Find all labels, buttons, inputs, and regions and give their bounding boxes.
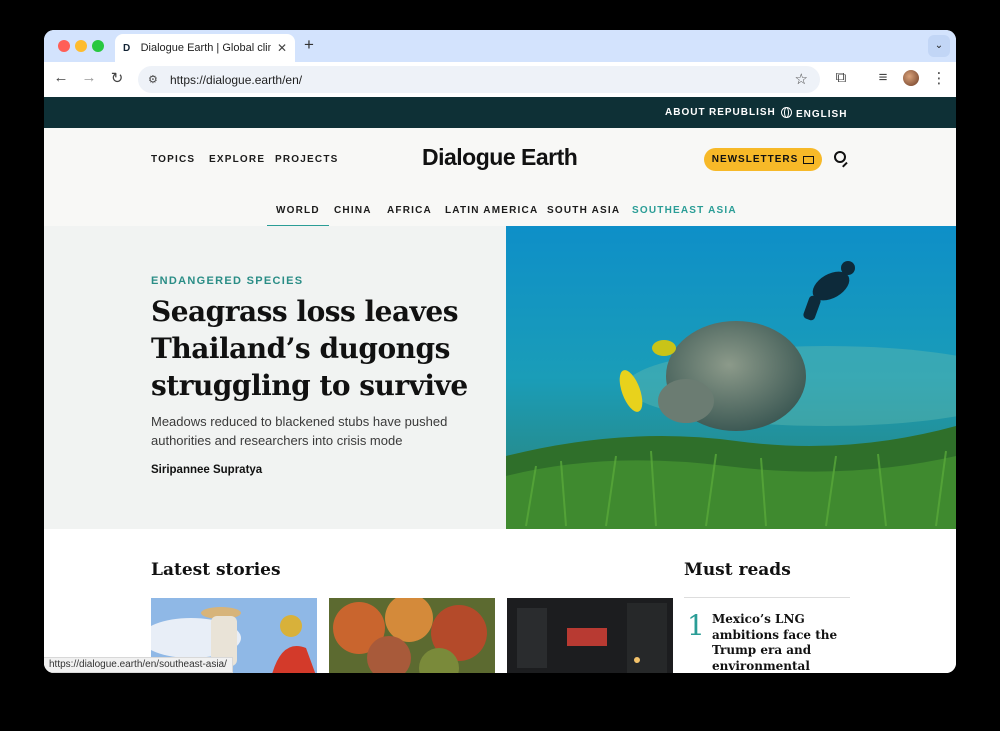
region-tab-south-asia[interactable]: SOUTH ASIA bbox=[547, 205, 620, 216]
hero-story[interactable]: ENDANGERED SPECIES Seagrass loss leaves … bbox=[44, 226, 506, 529]
region-tab-latin-america[interactable]: LATIN AMERICA bbox=[445, 205, 538, 216]
search-icon[interactable] bbox=[834, 151, 846, 163]
must-reads-divider bbox=[684, 597, 850, 598]
browser-menu-icon[interactable]: ⋮ bbox=[929, 69, 949, 87]
utility-bar: ABOUT REPUBLISH ENGLISH bbox=[44, 97, 956, 128]
hero-headline[interactable]: Seagrass loss leaves Thailand’s dugongs … bbox=[151, 293, 481, 404]
status-bar-url: https://dialogue.earth/en/southeast-asia… bbox=[44, 657, 233, 673]
newsletters-label: NEWSLETTERS bbox=[711, 154, 799, 165]
site-favicon-icon: D bbox=[123, 42, 131, 54]
region-tab-world[interactable]: WORLD bbox=[267, 205, 329, 228]
latest-stories-heading: Latest stories bbox=[151, 560, 281, 580]
extensions-icon[interactable]: ⧉ bbox=[831, 69, 851, 86]
about-link[interactable]: ABOUT bbox=[665, 107, 706, 118]
must-read-title[interactable]: Mexico’s LNG ambitions face the Trump er… bbox=[712, 612, 850, 673]
mail-icon bbox=[803, 155, 815, 164]
minimize-window-button[interactable] bbox=[75, 40, 87, 52]
close-tab-icon[interactable]: ✕ bbox=[277, 41, 287, 55]
masthead: TOPICS EXPLORE PROJECTS Dialogue Earth N… bbox=[44, 128, 956, 228]
tab-search-button[interactable]: ⌄ bbox=[928, 35, 950, 57]
address-bar[interactable]: ⚙ https://dialogue.earth/en/ ☆ bbox=[138, 66, 820, 93]
maximize-window-button[interactable] bbox=[92, 40, 104, 52]
back-icon[interactable]: ← bbox=[51, 69, 71, 86]
region-tab-china[interactable]: CHINA bbox=[334, 205, 372, 216]
story-thumbnail-2[interactable] bbox=[329, 598, 495, 673]
browser-tab[interactable]: D Dialogue Earth | Global climat ✕ bbox=[115, 34, 295, 62]
region-tab-africa[interactable]: AFRICA bbox=[387, 205, 432, 216]
story-category[interactable]: ENDANGERED SPECIES bbox=[151, 275, 303, 287]
hero-summary: Meadows reduced to blackened stubs have … bbox=[151, 414, 448, 448]
nav-explore[interactable]: EXPLORE bbox=[209, 154, 265, 165]
tab-title: Dialogue Earth | Global climat bbox=[140, 42, 271, 54]
newsletters-button[interactable]: NEWSLETTERS bbox=[704, 148, 822, 171]
must-reads-heading: Must reads bbox=[684, 560, 791, 580]
browser-window: D Dialogue Earth | Global climat ✕ + ⌄ ←… bbox=[44, 30, 956, 673]
close-window-button[interactable] bbox=[58, 40, 70, 52]
autumn-foliage-photo bbox=[329, 598, 495, 673]
must-read-rank: 1 bbox=[687, 609, 705, 642]
language-selector[interactable]: ENGLISH bbox=[781, 107, 847, 120]
hero-byline[interactable]: Siripannee Supratya bbox=[151, 464, 262, 476]
url-text[interactable]: https://dialogue.earth/en/ bbox=[170, 73, 302, 87]
media-controls-icon[interactable]: ≡ bbox=[873, 69, 893, 86]
reload-icon[interactable]: ↻ bbox=[107, 69, 127, 87]
tab-strip: D Dialogue Earth | Global climat ✕ + ⌄ bbox=[44, 30, 956, 62]
site-info-icon[interactable]: ⚙ bbox=[148, 73, 162, 86]
web-page: ABOUT REPUBLISH ENGLISH TOPICS EXPLORE P… bbox=[44, 97, 956, 673]
bookmark-star-icon[interactable]: ☆ bbox=[795, 70, 808, 88]
underwater-scene-image bbox=[506, 226, 956, 529]
globe-icon bbox=[781, 107, 792, 118]
browser-toolbar: ← → ↻ ⚙ https://dialogue.earth/en/ ☆ ⧉ ≡… bbox=[44, 62, 956, 97]
dark-interior-photo bbox=[507, 598, 673, 673]
new-tab-button[interactable]: + bbox=[304, 35, 314, 55]
forward-icon[interactable]: → bbox=[79, 69, 99, 86]
story-thumbnail-3[interactable] bbox=[507, 598, 673, 673]
language-label: ENGLISH bbox=[796, 109, 848, 120]
nav-topics[interactable]: TOPICS bbox=[151, 154, 195, 165]
hero-image-dugong[interactable] bbox=[506, 226, 956, 529]
nav-projects[interactable]: PROJECTS bbox=[275, 154, 339, 165]
profile-avatar[interactable] bbox=[903, 70, 919, 86]
site-logo[interactable]: Dialogue Earth bbox=[422, 144, 578, 171]
republish-link[interactable]: REPUBLISH bbox=[709, 107, 776, 118]
region-tab-southeast-asia[interactable]: SOUTHEAST ASIA bbox=[632, 205, 737, 216]
